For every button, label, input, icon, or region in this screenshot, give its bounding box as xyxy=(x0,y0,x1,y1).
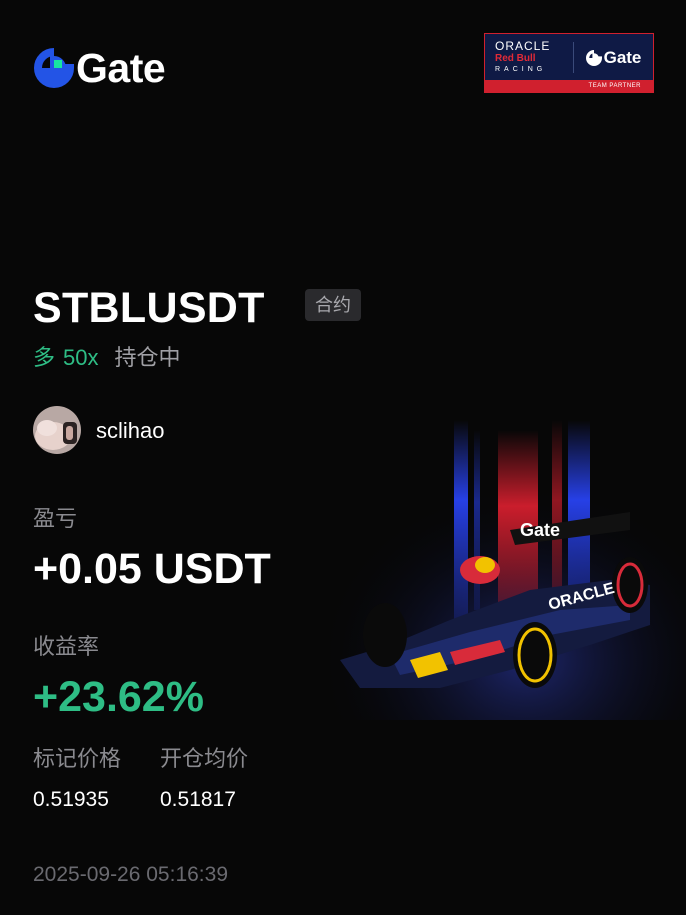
avatar-image xyxy=(33,406,81,454)
timestamp: 2025-09-26 05:16:39 xyxy=(33,863,228,886)
oracle-text: ORACLE xyxy=(495,39,551,53)
team-partner-badge: ORACLE Red Bull RACING Gate TEAM PARTNER xyxy=(484,33,654,93)
redbull-text: Red Bull xyxy=(495,53,536,64)
roi-label: 收益率 xyxy=(33,634,100,659)
trading-pair: STBLUSDT xyxy=(33,284,265,332)
mark-price-value: 0.51935 xyxy=(33,788,109,811)
gate-logo-icon xyxy=(34,48,74,88)
position-leverage: 50x xyxy=(63,345,99,370)
roi-value: +23.62% xyxy=(33,673,204,721)
avatar xyxy=(33,406,81,454)
partner-gate-text: Gate xyxy=(603,47,642,67)
gate-logo: Gate xyxy=(34,45,166,91)
mark-price-label: 标记价格 xyxy=(33,746,122,771)
entry-price-value: 0.51817 xyxy=(160,788,236,811)
username: sclihao xyxy=(96,418,165,443)
partner-gate-icon xyxy=(585,49,602,66)
position-status: 持仓中 xyxy=(114,345,181,370)
pnl-value: +0.05 USDT xyxy=(33,545,271,593)
racing-text: RACING xyxy=(495,66,547,73)
car-wing-text: Gate xyxy=(520,520,560,540)
contract-type-badge: 合约 xyxy=(305,289,361,321)
position-direction: 多 xyxy=(33,345,56,370)
gate-logo-text: Gate xyxy=(76,45,166,91)
pnl-label: 盈亏 xyxy=(33,506,78,531)
entry-price-label: 开仓均价 xyxy=(160,746,249,771)
f1-car-image: Gate ORACLE xyxy=(330,420,686,720)
team-partner-label: TEAM PARTNER xyxy=(485,80,653,92)
position-info-row: 多 50x 持仓中 xyxy=(33,340,181,372)
